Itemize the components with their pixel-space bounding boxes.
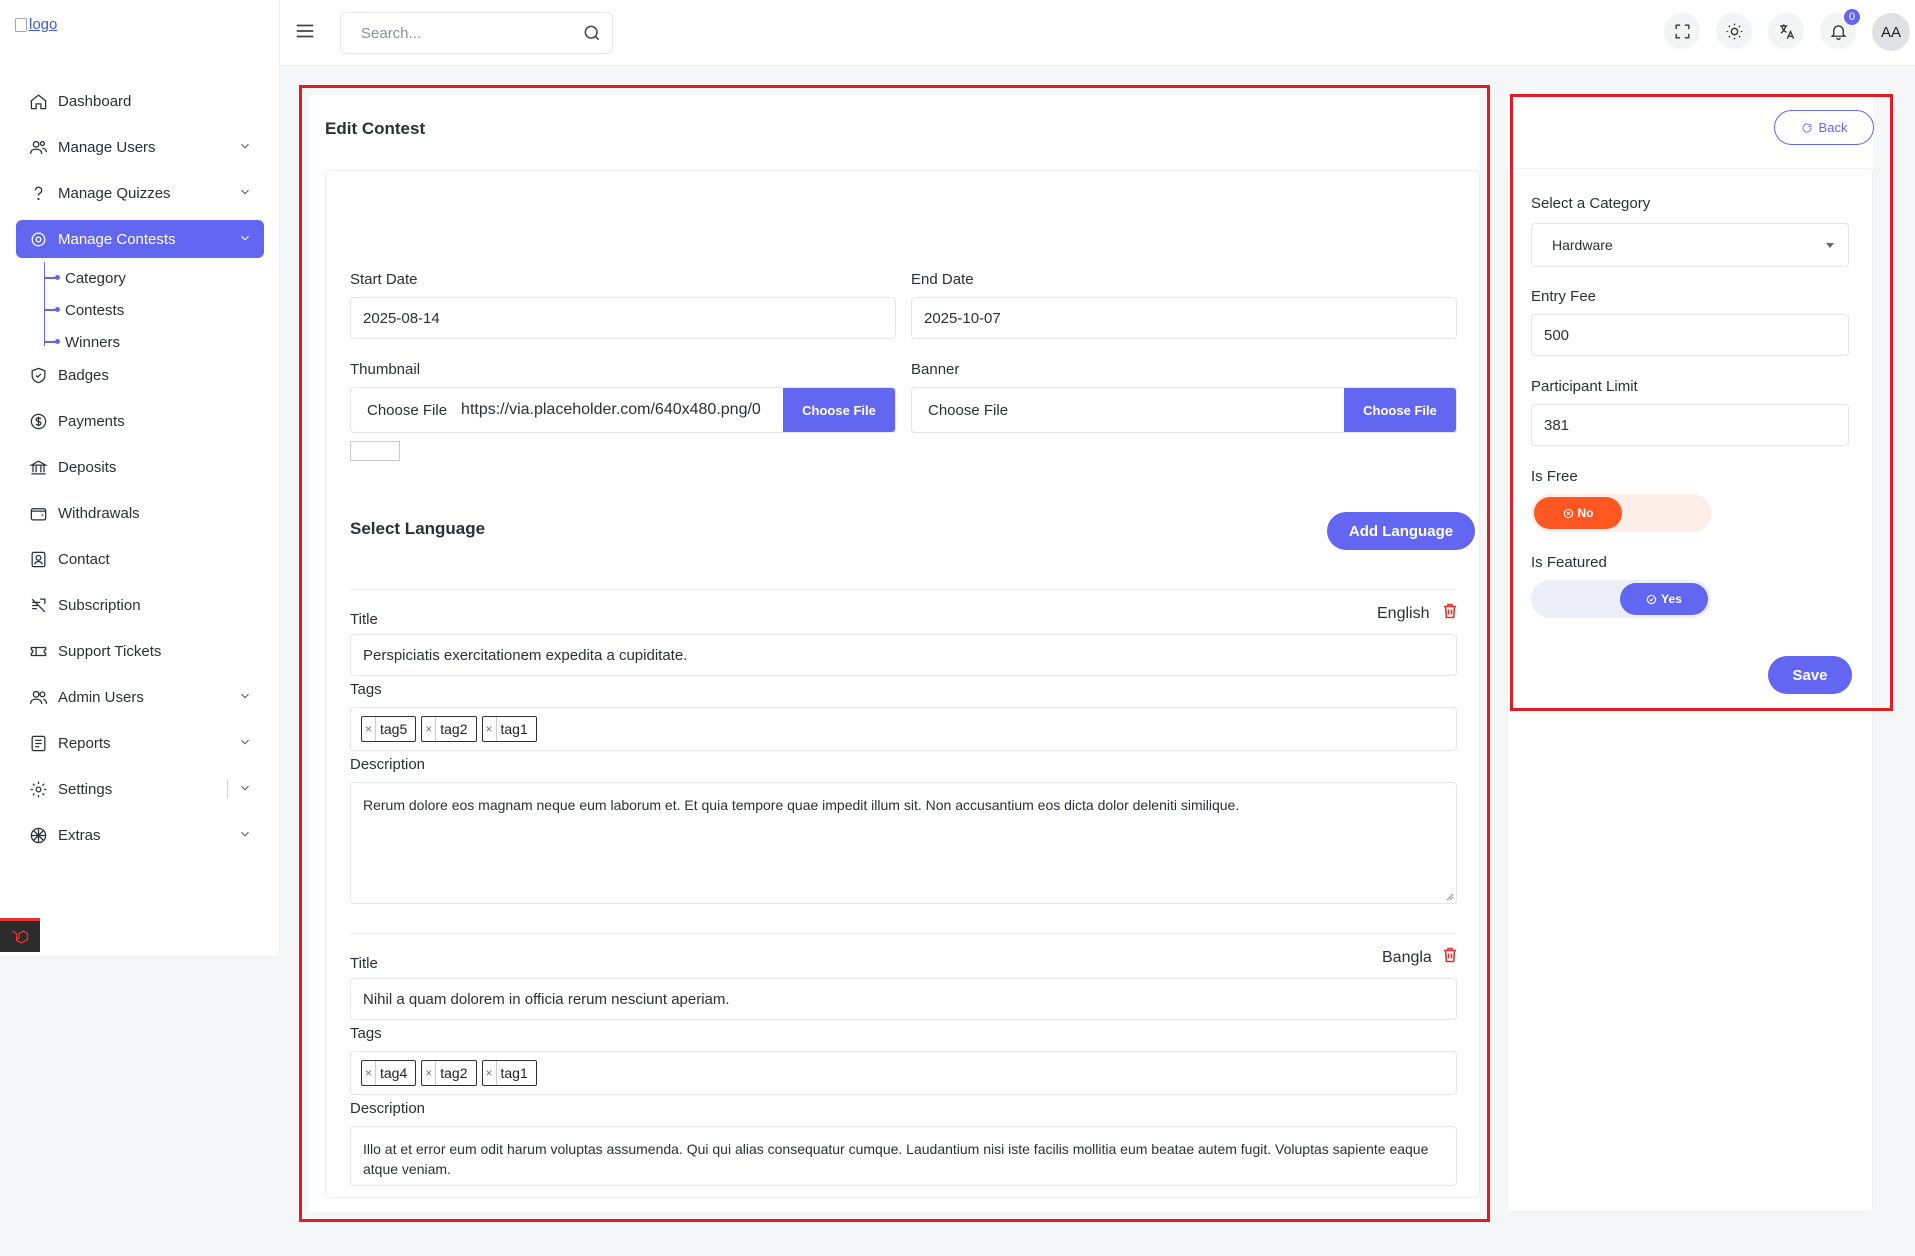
topbar: 0 AA [280,0,1915,66]
bell-icon [1830,24,1846,40]
sidebar-item-label: Withdrawals [58,504,140,522]
sidebar-item-dashboard[interactable]: Dashboard [16,82,264,120]
sidebar-item-withdrawals[interactable]: Withdrawals [16,494,264,532]
sidebar-subitem-label: Category [65,269,126,287]
notifications-button[interactable]: 0 [1820,9,1860,49]
menu-toggle-icon[interactable] [294,20,316,42]
chevron-down-icon [238,231,252,245]
sidebar-item-payments[interactable]: Payments [16,402,264,440]
sidebar-item-label: Subscription [58,596,141,614]
sidebar-item-label: Reports [58,734,111,752]
chevron-down-icon [238,185,252,199]
gear-icon [28,779,48,799]
notification-count-badge: 0 [1844,9,1860,25]
chevron-down-icon [238,781,252,795]
sidebar-item-contact[interactable]: Contact [16,540,264,578]
contest-icon [28,229,48,249]
chevron-down-icon [238,735,252,749]
theme-toggle-button[interactable] [1716,13,1752,49]
fullscreen-icon [1674,23,1690,39]
sidebar-item-admin-users[interactable]: Admin Users [16,678,264,716]
sidebar-item-manage-contests[interactable]: Manage Contests [16,220,264,258]
sidebar-item-label: Dashboard [58,92,132,110]
sidebar-subitem-category[interactable]: Category [45,262,264,294]
sidebar-item-label: Extras [58,826,101,844]
bank-icon [28,457,48,477]
highlight-box [299,85,1490,1222]
sidebar-item-label: Manage Quizzes [58,184,171,202]
sidebar-item-settings[interactable]: Settings [16,770,264,808]
sidebar-item-label: Badges [58,366,109,384]
logo[interactable]: logo [15,16,57,33]
users-icon [28,137,48,157]
home-icon [28,91,48,111]
logo-alt-text: logo [29,16,58,33]
avatar[interactable]: AA [1872,13,1910,51]
sidebar-item-badges[interactable]: Badges [16,356,264,394]
extras-icon [28,825,48,845]
sidebar-item-label: Contact [58,550,110,568]
sidebar-item-label: Admin Users [58,688,144,706]
laravel-debugbar-button[interactable] [0,918,40,952]
translate-icon [1779,23,1794,39]
sidebar-item-label: Support Tickets [58,642,162,660]
sidebar-nav: Dashboard Manage Users Manage Quizzes Ma… [16,82,264,862]
sun-icon [1726,23,1742,39]
sidebar-subitem-label: Winners [65,333,121,351]
language-button[interactable] [1768,13,1804,49]
subscription-icon [28,595,48,615]
report-icon [28,733,48,753]
search-box [340,12,613,54]
question-icon [28,183,48,203]
contests-submenu: Category Contests Winners [44,262,264,351]
badge-icon [28,365,48,385]
wallet-icon [28,503,48,523]
chevron-down-icon [238,689,252,703]
broken-image-icon [15,17,27,32]
sidebar-item-manage-users[interactable]: Manage Users [16,128,264,166]
ticket-icon [28,641,48,661]
laravel-icon [12,929,29,944]
sidebar-item-extras[interactable]: Extras [16,816,264,854]
divider [227,780,228,798]
search-input[interactable] [361,24,561,42]
chevron-down-icon [238,827,252,841]
sidebar-item-label: Deposits [58,458,117,476]
sidebar-item-label: Manage Contests [58,230,176,248]
sidebar-item-label: Payments [58,412,125,430]
chevron-down-icon [238,139,252,153]
sidebar-subitem-contests[interactable]: Contests [45,294,264,326]
sidebar-item-support-tickets[interactable]: Support Tickets [16,632,264,670]
search-icon[interactable] [582,23,602,43]
contact-icon [28,549,48,569]
sidebar-item-subscription[interactable]: Subscription [16,586,264,624]
sidebar-subitem-label: Contests [65,301,125,319]
fullscreen-button[interactable] [1664,13,1700,49]
sidebar: logo Dashboard Manage Users Manage Quizz… [0,0,280,955]
highlight-box [1510,94,1893,711]
sidebar-item-label: Settings [58,780,113,798]
dollar-icon [28,411,48,431]
sidebar-item-reports[interactable]: Reports [16,724,264,762]
sidebar-item-label: Manage Users [58,138,156,156]
sidebar-subitem-winners[interactable]: Winners [45,326,264,358]
sidebar-item-manage-quizzes[interactable]: Manage Quizzes [16,174,264,212]
admin-users-icon [28,687,48,707]
sidebar-item-deposits[interactable]: Deposits [16,448,264,486]
